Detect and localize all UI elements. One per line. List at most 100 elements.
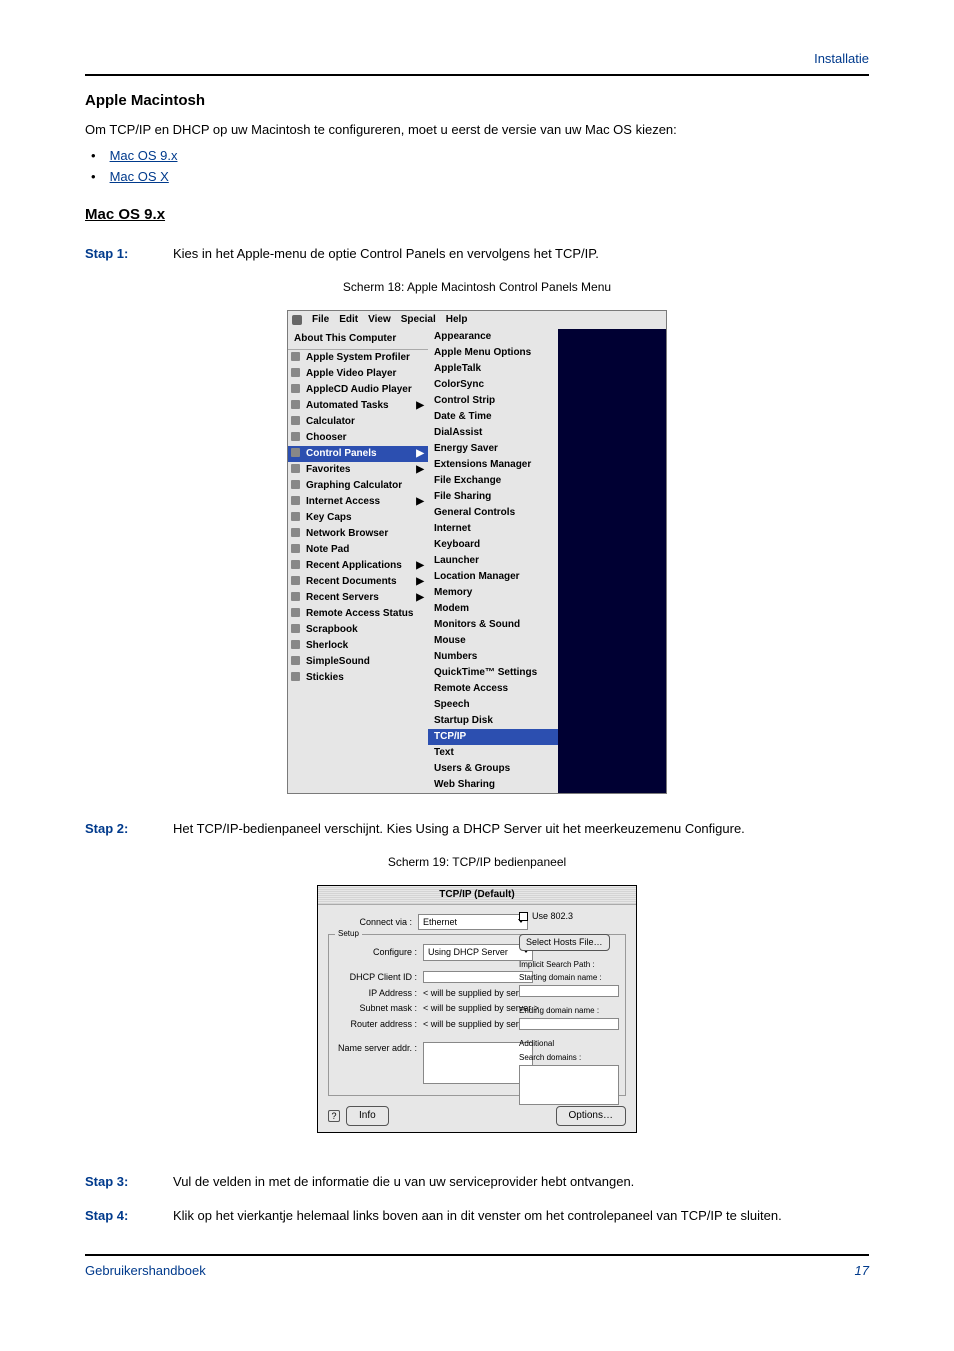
menu-item-stickies[interactable]: Stickies xyxy=(288,670,428,686)
subnet-label: Subnet mask : xyxy=(333,1002,423,1015)
menu-item-apple-video-player[interactable]: Apple Video Player xyxy=(288,366,428,382)
starting-input[interactable] xyxy=(519,985,619,997)
submenu-item-tcp-ip[interactable]: TCP/IP xyxy=(428,729,558,745)
menu-item-remote-access-status[interactable]: Remote Access Status xyxy=(288,606,428,622)
menu-item-recent-applications[interactable]: Recent Applications ▶ xyxy=(288,558,428,574)
submenu-item-startup-disk[interactable]: Startup Disk xyxy=(428,713,558,729)
menu-item-label: Automated Tasks xyxy=(306,400,389,411)
page-number: 17 xyxy=(855,1262,869,1280)
menu-item-icon xyxy=(291,576,300,585)
menu-item-label: Stickies xyxy=(306,672,344,683)
menu-item-apple-system-profiler[interactable]: Apple System Profiler xyxy=(288,350,428,366)
dhcp-client-input[interactable] xyxy=(423,971,533,983)
namesrv-input[interactable] xyxy=(423,1042,533,1084)
menu-item-icon xyxy=(291,544,300,553)
options-button[interactable]: Options… xyxy=(556,1106,626,1126)
menu-item-graphing-calculator[interactable]: Graphing Calculator xyxy=(288,478,428,494)
menu-item-icon xyxy=(291,528,300,537)
submenu-item-launcher[interactable]: Launcher xyxy=(428,553,558,569)
submenu-item-web-sharing[interactable]: Web Sharing xyxy=(428,777,558,793)
link-macx[interactable]: Mac OS X xyxy=(110,169,169,184)
menu-item-icon xyxy=(291,416,300,425)
submenu-item-location-manager[interactable]: Location Manager xyxy=(428,569,558,585)
submenu-item-keyboard[interactable]: Keyboard xyxy=(428,537,558,553)
submenu-item-speech[interactable]: Speech xyxy=(428,697,558,713)
menu-item-note-pad[interactable]: Note Pad xyxy=(288,542,428,558)
menubar-special[interactable]: Special xyxy=(401,313,436,327)
submenu-item-memory[interactable]: Memory xyxy=(428,585,558,601)
submenu-item-mouse[interactable]: Mouse xyxy=(428,633,558,649)
menu-item-label: Favorites xyxy=(306,464,350,475)
step2-label: Stap 2: xyxy=(85,820,173,838)
search-domains-input[interactable] xyxy=(519,1065,619,1105)
menu-item-control-panels[interactable]: Control Panels▶ xyxy=(288,446,428,462)
menu-item-network-browser[interactable]: Network Browser xyxy=(288,526,428,542)
chevron-right-icon: ▶ xyxy=(416,575,424,589)
submenu-item-colorsync[interactable]: ColorSync xyxy=(428,377,558,393)
submenu-item-appearance[interactable]: Appearance xyxy=(428,329,558,345)
submenu-item-energy-saver[interactable]: Energy Saver xyxy=(428,441,558,457)
step3-label: Stap 3: xyxy=(85,1173,173,1191)
submenu-item-file-sharing[interactable]: File Sharing xyxy=(428,489,558,505)
info-button[interactable]: Info xyxy=(346,1106,389,1126)
menu-item-favorites[interactable]: Favorites▶ xyxy=(288,462,428,478)
submenu-item-dialassist[interactable]: DialAssist xyxy=(428,425,558,441)
tcpip-title: TCP/IP (Default) xyxy=(318,886,636,905)
menu-item-label: Graphing Calculator xyxy=(306,480,402,491)
menu-item-applecd-audio-player[interactable]: AppleCD Audio Player xyxy=(288,382,428,398)
menubar-edit[interactable]: Edit xyxy=(339,313,358,327)
submenu-item-appletalk[interactable]: AppleTalk xyxy=(428,361,558,377)
ending-input[interactable] xyxy=(519,1018,619,1030)
apple-icon xyxy=(292,315,302,325)
configure-select[interactable]: Using DHCP Server xyxy=(423,944,533,961)
submenu-item-date-time[interactable]: Date & Time xyxy=(428,409,558,425)
submenu-item-modem[interactable]: Modem xyxy=(428,601,558,617)
menu-about[interactable]: About This Computer xyxy=(288,329,428,350)
link-mac9[interactable]: Mac OS 9.x xyxy=(110,148,178,163)
ip-label: IP Address : xyxy=(333,987,423,1000)
use-8023-checkbox[interactable]: Use 802.3 xyxy=(519,910,624,923)
submenu-item-file-exchange[interactable]: File Exchange xyxy=(428,473,558,489)
submenu-item-text[interactable]: Text xyxy=(428,745,558,761)
submenu-item-numbers[interactable]: Numbers xyxy=(428,649,558,665)
menubar-view[interactable]: View xyxy=(368,313,391,327)
menu-item-simplesound[interactable]: SimpleSound xyxy=(288,654,428,670)
apple-menubar: File Edit View Special Help xyxy=(288,311,666,329)
menu-item-label: Scrapbook xyxy=(306,624,358,635)
router-label: Router address : xyxy=(333,1018,423,1031)
menu-item-scrapbook[interactable]: Scrapbook xyxy=(288,622,428,638)
submenu-item-apple-menu-options[interactable]: Apple Menu Options xyxy=(428,345,558,361)
menu-item-internet-access[interactable]: Internet Access▶ xyxy=(288,494,428,510)
menubar-file[interactable]: File xyxy=(312,313,329,327)
menu-item-sherlock[interactable]: Sherlock xyxy=(288,638,428,654)
submenu-item-monitors-sound[interactable]: Monitors & Sound xyxy=(428,617,558,633)
menubar-help[interactable]: Help xyxy=(446,313,468,327)
desktop-area xyxy=(558,329,666,793)
submenu-item-users-groups[interactable]: Users & Groups xyxy=(428,761,558,777)
starting-label: Starting domain name : xyxy=(519,972,624,983)
menu-item-icon xyxy=(291,608,300,617)
setup-legend: Setup xyxy=(335,928,362,939)
submenu-item-quicktime-settings[interactable]: QuickTime™ Settings xyxy=(428,665,558,681)
top-divider xyxy=(85,74,869,76)
submenu-item-control-strip[interactable]: Control Strip xyxy=(428,393,558,409)
intro-text: Om TCP/IP en DHCP op uw Macintosh te con… xyxy=(85,121,869,139)
submenu-item-remote-access[interactable]: Remote Access xyxy=(428,681,558,697)
menu-item-icon xyxy=(291,432,300,441)
menu-item-chooser[interactable]: Chooser xyxy=(288,430,428,446)
menu-item-label: Recent Applications xyxy=(306,560,402,571)
chevron-right-icon: ▶ xyxy=(416,559,424,573)
select-hosts-button[interactable]: Select Hosts File… xyxy=(519,934,610,951)
menu-item-recent-servers[interactable]: Recent Servers▶ xyxy=(288,590,428,606)
menu-item-recent-documents[interactable]: Recent Documents▶ xyxy=(288,574,428,590)
help-icon[interactable]: ? xyxy=(328,1110,340,1122)
chevron-right-icon: ▶ xyxy=(416,399,424,413)
menu-item-calculator[interactable]: Calculator xyxy=(288,414,428,430)
connect-via-select[interactable]: Ethernet xyxy=(418,914,528,931)
menu-item-label: AppleCD Audio Player xyxy=(306,384,412,395)
menu-item-automated-tasks[interactable]: Automated Tasks ▶ xyxy=(288,398,428,414)
submenu-item-general-controls[interactable]: General Controls xyxy=(428,505,558,521)
submenu-item-extensions-manager[interactable]: Extensions Manager xyxy=(428,457,558,473)
submenu-item-internet[interactable]: Internet xyxy=(428,521,558,537)
menu-item-key-caps[interactable]: Key Caps xyxy=(288,510,428,526)
